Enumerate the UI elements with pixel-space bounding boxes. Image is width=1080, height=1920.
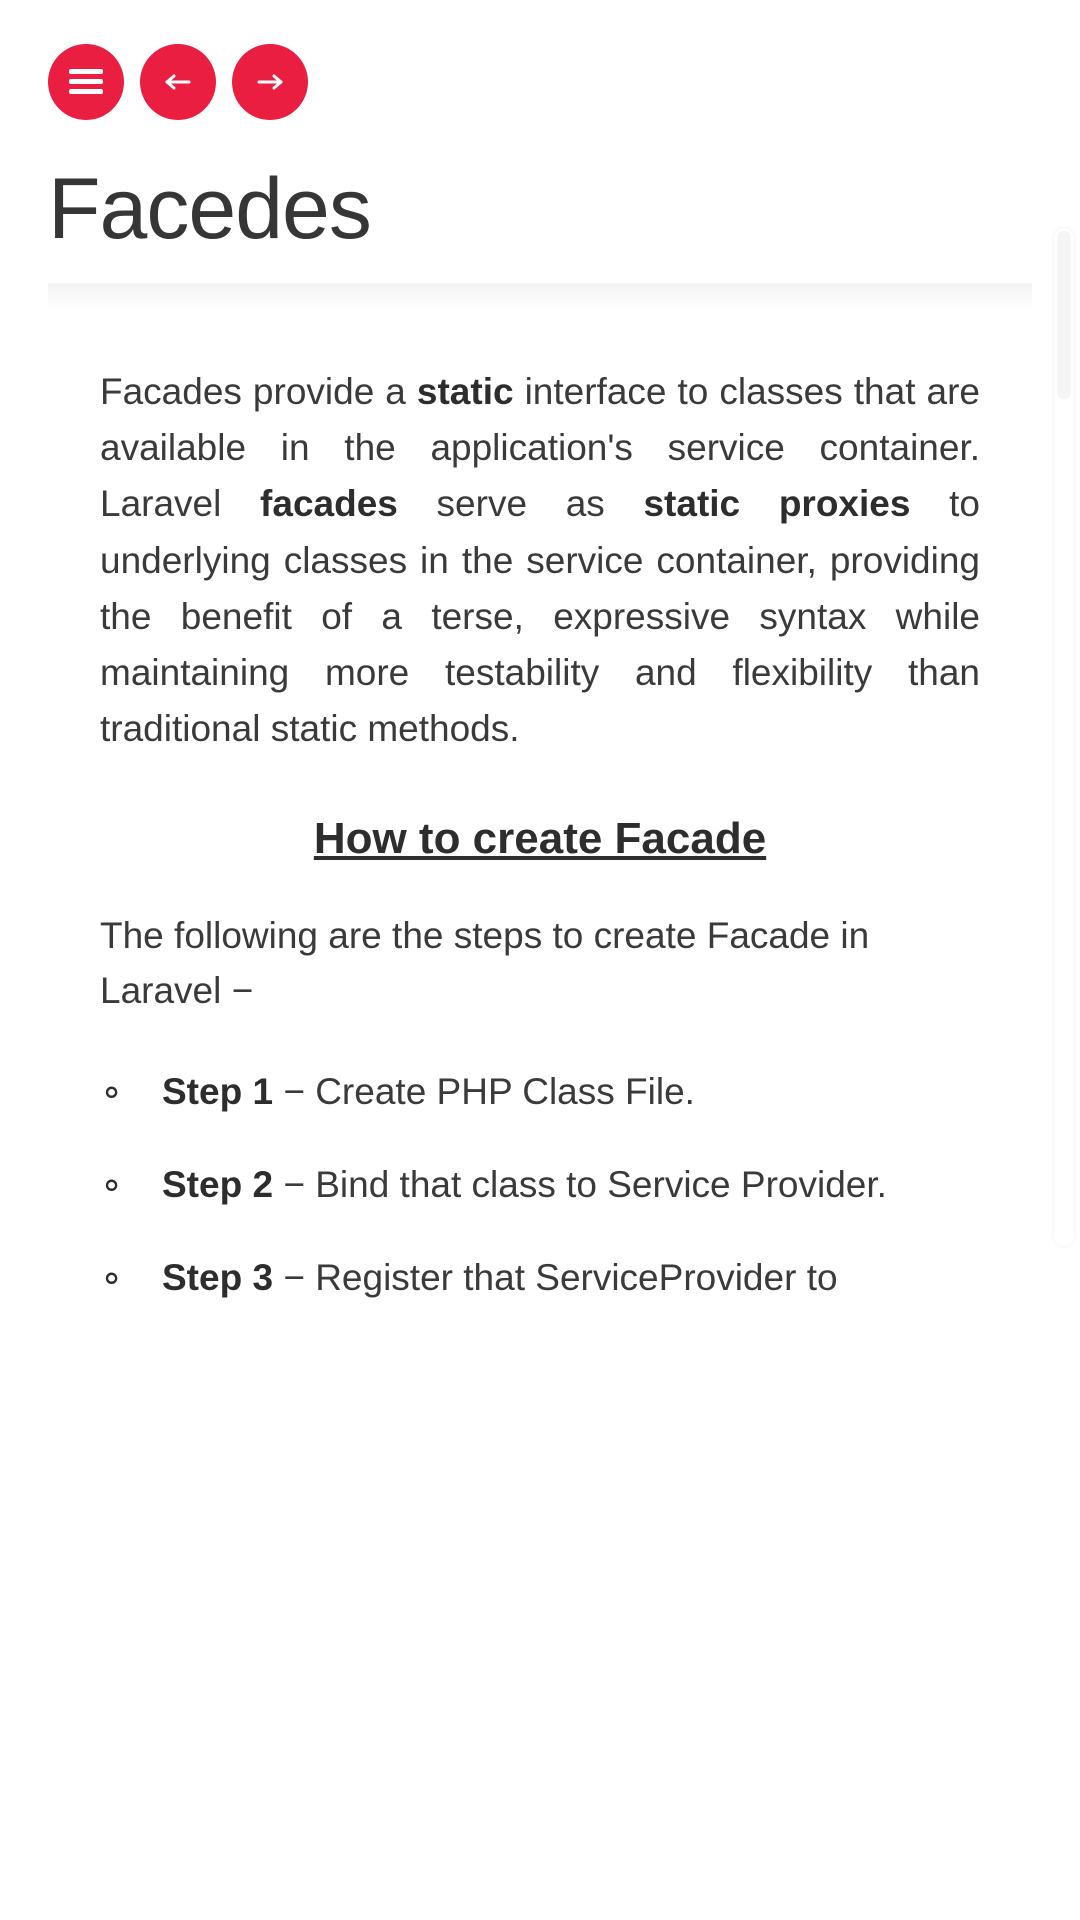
bullet-icon: ∘ — [100, 1249, 162, 1306]
scrollbar-thumb[interactable] — [1057, 231, 1071, 399]
step-label: Step 3 — [162, 1257, 273, 1298]
steps-list: ∘Step 1 − Create PHP Class File. ∘Step 2… — [100, 1063, 980, 1307]
page-title: Facedes — [0, 120, 1080, 283]
intro-bold-facades: facades — [260, 483, 398, 524]
bullet-icon: ∘ — [100, 1063, 162, 1120]
toolbar — [0, 0, 1080, 120]
intro-text: serve as — [398, 483, 644, 524]
intro-text: Facades provide a — [100, 371, 417, 412]
list-item: ∘Step 2 − Bind that class to Service Pro… — [100, 1156, 980, 1213]
menu-button[interactable] — [48, 44, 124, 120]
section-lead: The following are the steps to create Fa… — [100, 908, 980, 1019]
intro-bold-static: static — [417, 371, 514, 412]
arrow-left-icon — [163, 73, 193, 91]
step-text: − Create PHP Class File. — [273, 1071, 695, 1112]
list-item: ∘Step 3 − Register that ServiceProvider … — [100, 1249, 980, 1306]
intro-paragraph: Facades provide a static interface to cl… — [100, 364, 980, 758]
hamburger-icon — [69, 69, 103, 95]
scrollbar-track[interactable] — [1054, 228, 1074, 1246]
bullet-icon: ∘ — [100, 1156, 162, 1213]
next-button[interactable] — [232, 44, 308, 120]
section-heading: How to create Facade — [100, 814, 980, 864]
prev-button[interactable] — [140, 44, 216, 120]
content: Facades provide a static interface to cl… — [0, 300, 1080, 1463]
step-text: − Register that ServiceProvider to — [273, 1257, 838, 1298]
list-item: ∘Step 1 − Create PHP Class File. — [100, 1063, 980, 1120]
intro-bold-static-proxies: static proxies — [643, 483, 910, 524]
content-scroll-area[interactable]: Facades provide a static interface to cl… — [0, 300, 1080, 1920]
step-label: Step 1 — [162, 1071, 273, 1112]
step-text: − Bind that class to Service Provider. — [273, 1164, 887, 1205]
arrow-right-icon — [255, 73, 285, 91]
step-label: Step 2 — [162, 1164, 273, 1205]
